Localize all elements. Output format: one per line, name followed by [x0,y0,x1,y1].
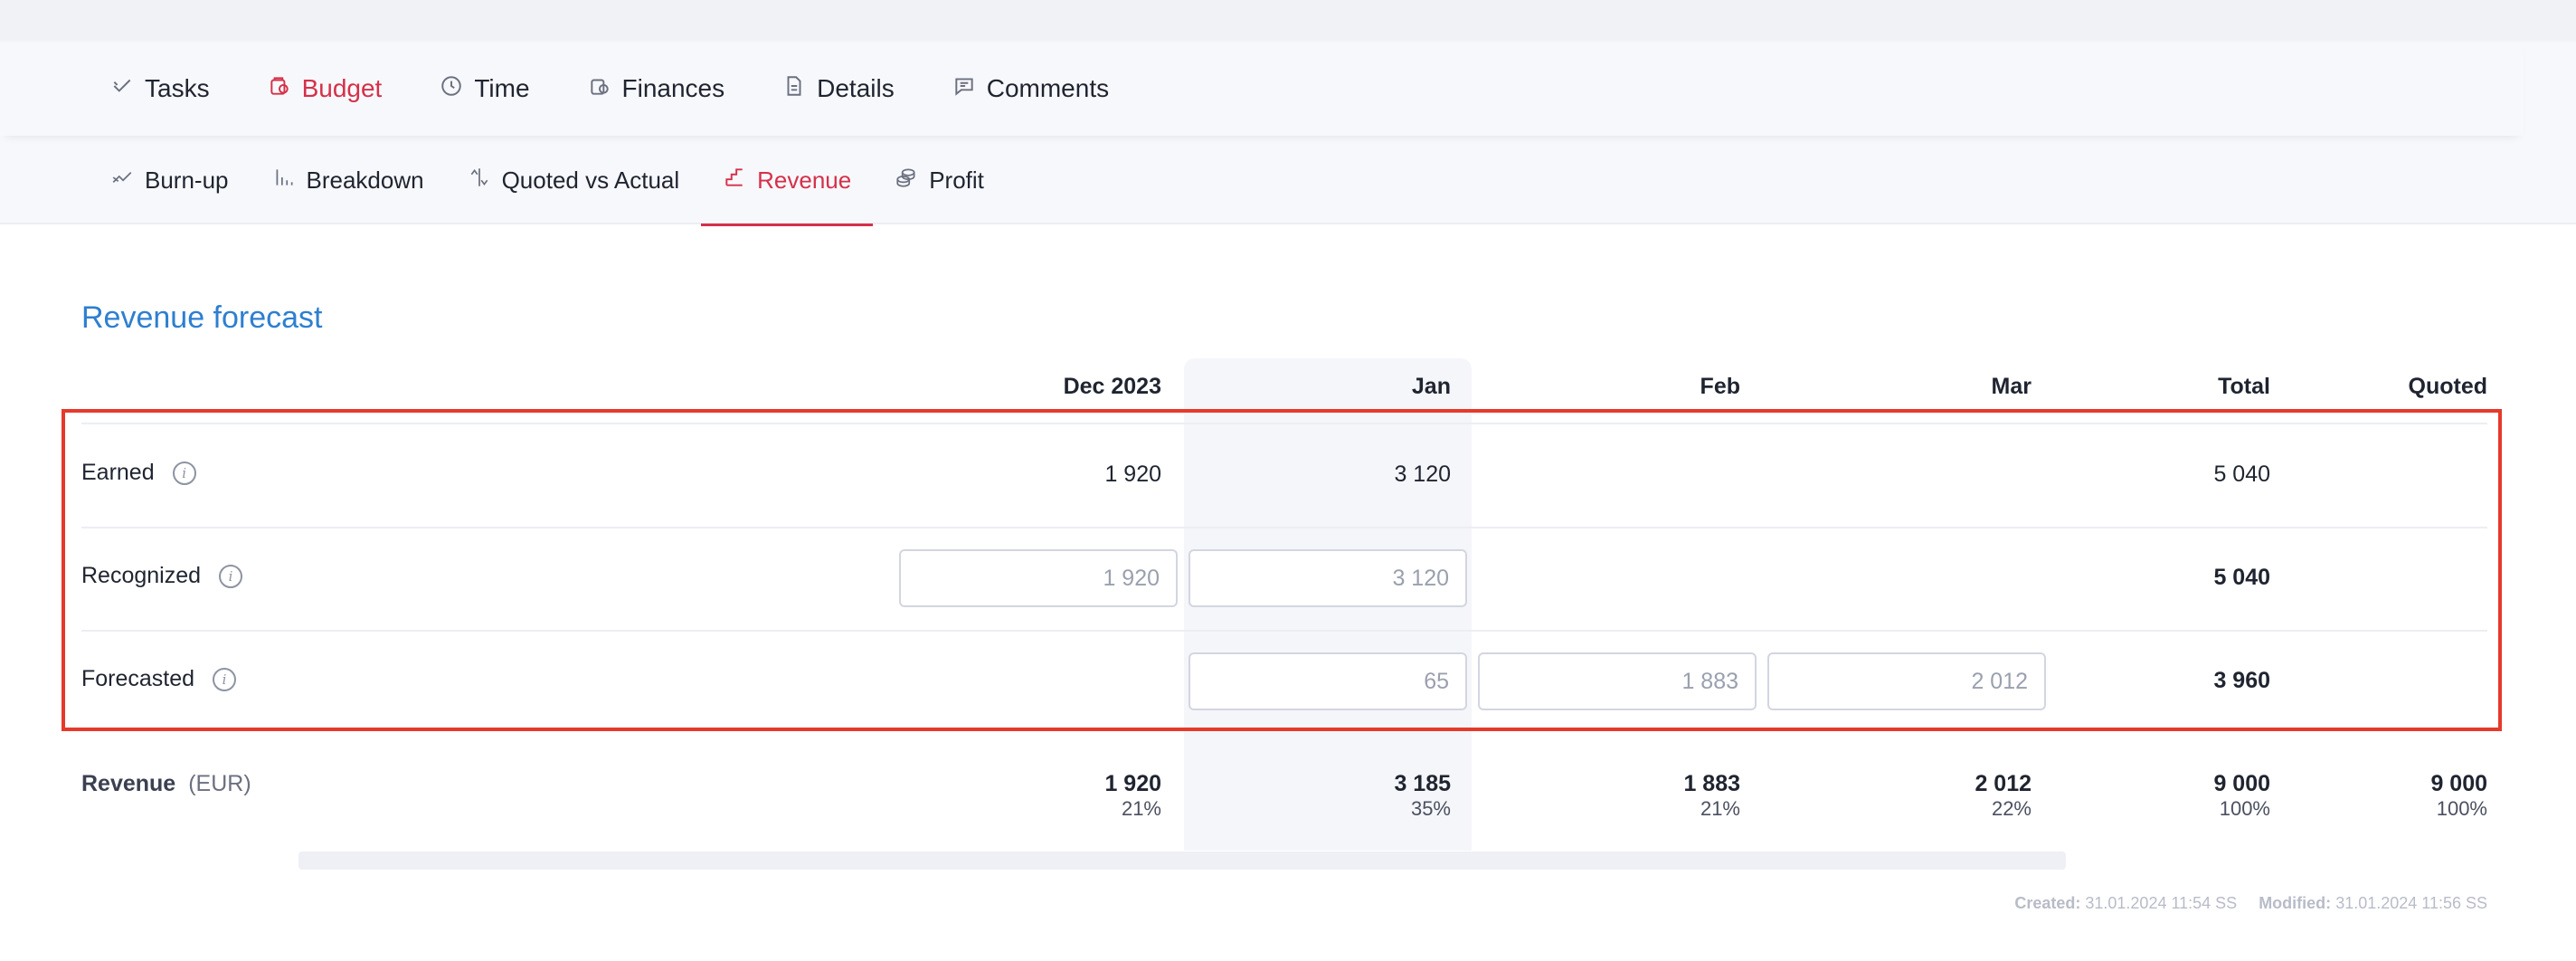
revenue-feb-value: 1 883 [1683,771,1740,796]
revenue-feb: 1 883 21% [1559,771,1740,821]
modified-value: 31.01.2024 11:56 SS [2335,894,2487,912]
col-header-mar: Mar [1991,374,2031,399]
revenue-mar: 2 012 22% [1851,771,2031,821]
revenue-dec-value: 1 920 [1104,771,1161,796]
tab-details[interactable]: Details [782,74,895,104]
revenue-jan-pct: 35% [1410,797,1451,820]
compare-icon [468,166,491,195]
revenue-total-value: 9 000 [2213,771,2270,796]
revenue-total-pct: 100% [2219,797,2270,820]
horizontal-scrollbar[interactable] [298,852,2066,870]
revenue-feb-pct: 21% [1700,797,1740,820]
tab-label: Details [817,74,895,102]
subtab-label: Breakdown [306,166,424,194]
section-title: Revenue forecast [81,300,323,335]
created-label: Created: [2014,894,2081,912]
revenue-total: 9 000 100% [2089,771,2270,821]
tab-label: Budget [301,74,383,102]
tab-label: Tasks [145,74,210,102]
main-tabs: Tasks Budget Time Finances Details Comme… [0,42,2524,136]
highlight-box [62,409,2502,731]
revenue-quoted-value: 9 000 [2430,771,2487,796]
revenue-dec: 1 920 21% [980,771,1161,821]
subtab-quoted-vs-actual[interactable]: Quoted vs Actual [446,136,702,224]
tab-time[interactable]: Time [440,74,530,104]
bar-chart-icon [272,166,296,195]
clock-icon [440,74,463,104]
col-header-feb: Feb [1700,374,1740,399]
tab-tasks[interactable]: Tasks [110,74,210,104]
coins-icon [588,74,611,104]
subtab-breakdown[interactable]: Breakdown [251,136,446,224]
revenue-unit: (EUR) [188,771,251,796]
tab-budget[interactable]: Budget [268,74,383,104]
subtab-label: Burn-up [145,166,229,194]
budget-icon [268,74,291,104]
sub-tabs: Burn-up Breakdown Quoted vs Actual Reven… [0,136,2576,226]
created-value: 31.01.2024 11:54 SS [2085,894,2238,912]
check-icon [110,74,134,104]
subtab-label: Revenue [757,166,852,194]
tab-comments[interactable]: Comments [952,74,1109,104]
revenue-quoted-pct: 100% [2436,797,2487,820]
tab-label: Finances [621,74,725,102]
subtab-label: Profit [929,166,984,194]
revenue-dec-pct: 21% [1121,797,1161,820]
revenue-icon [723,166,746,195]
col-header-jan: Jan [1411,374,1451,399]
top-strip [0,0,2576,42]
revenue-jan: 3 185 35% [1270,771,1451,821]
revenue-quoted: 9 000 100% [2306,771,2487,821]
col-header-quoted: Quoted [2408,374,2488,399]
subtab-label: Quoted vs Actual [501,166,680,194]
subtab-burn-up[interactable]: Burn-up [110,136,251,224]
tab-finances[interactable]: Finances [588,74,725,104]
created-info: Created: 31.01.2024 11:54 SS [2014,894,2237,913]
subtab-revenue[interactable]: Revenue [701,136,874,226]
revenue-label: Revenue [81,771,176,796]
tab-label: Time [474,74,530,102]
header-zone: Tasks Budget Time Finances Details Comme… [0,42,2576,226]
revenue-mar-value: 2 012 [1975,771,2031,796]
revenue-jan-value: 3 185 [1394,771,1451,796]
footer-meta: Created: 31.01.2024 11:54 SS Modified: 3… [2014,894,2487,913]
subtab-profit[interactable]: Profit [873,136,1006,224]
col-header-total: Total [2218,374,2270,399]
revenue-mar-pct: 22% [1991,797,2031,820]
comment-icon [952,74,976,104]
document-icon [782,74,806,104]
burnup-icon [110,166,134,195]
tab-label: Comments [986,74,1110,102]
row-label-revenue: Revenue (EUR) [81,771,251,797]
modified-label: Modified: [2259,894,2332,912]
profit-icon [895,166,918,195]
modified-info: Modified: 31.01.2024 11:56 SS [2259,894,2487,913]
col-header-dec: Dec 2023 [1063,374,1161,399]
